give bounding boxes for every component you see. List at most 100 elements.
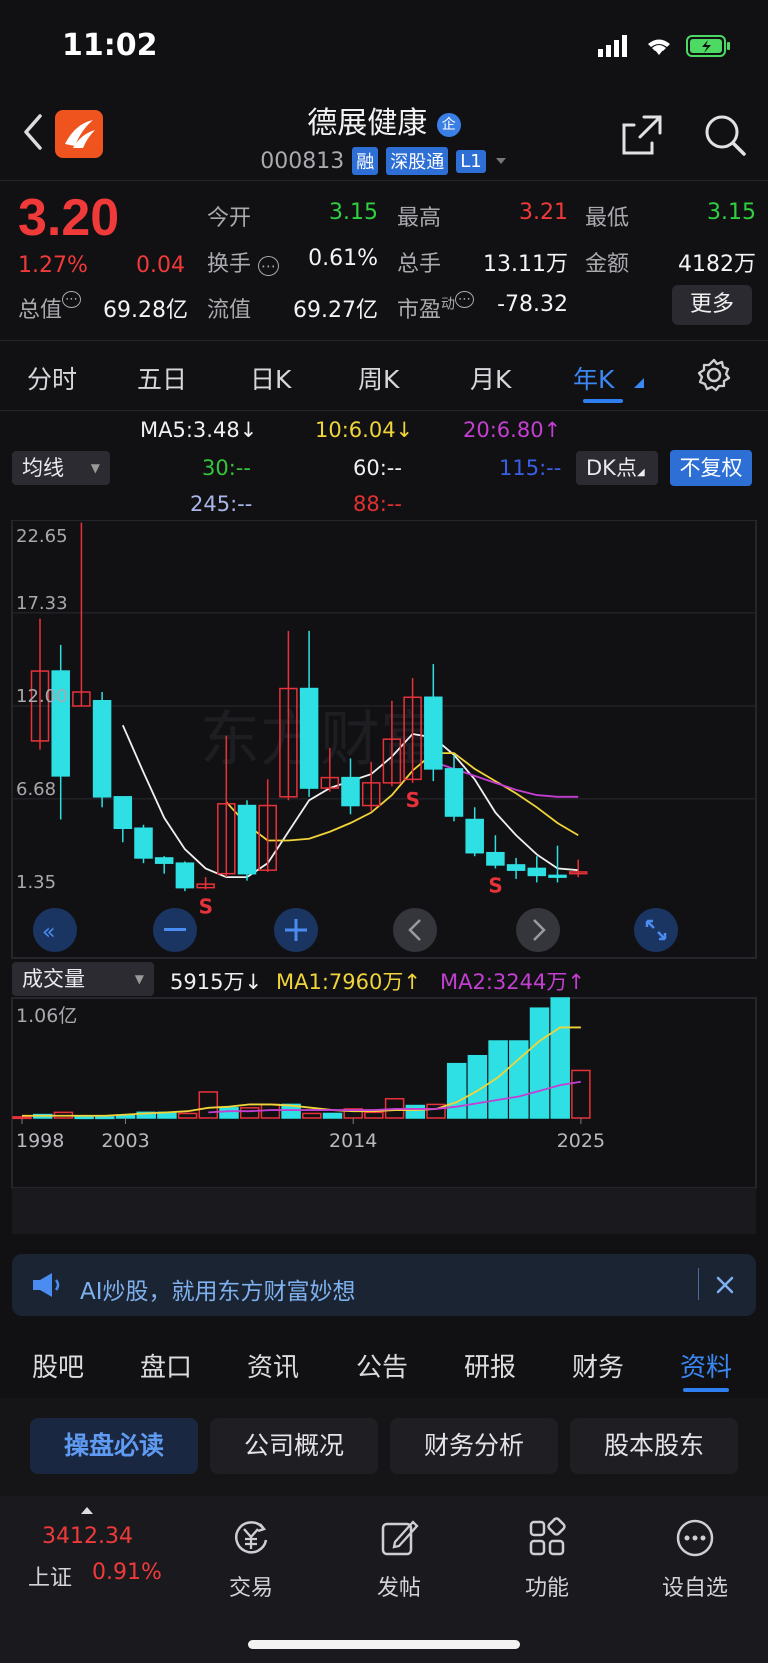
- chip-trading-guide[interactable]: 操盘必读: [30, 1418, 198, 1474]
- tab-yearly-k[interactable]: 年K: [573, 360, 614, 396]
- kline-chart[interactable]: 东方财富 SSS 22.6517.3312.006.681.35 «: [0, 520, 768, 960]
- index-value[interactable]: 3412.34: [42, 1524, 133, 1549]
- amount-value: 4182万: [678, 252, 756, 277]
- tab-monthly-k[interactable]: 月K: [470, 360, 511, 396]
- info-icon[interactable]: ⋯: [455, 291, 475, 308]
- tag-connect: 深股通: [386, 147, 449, 175]
- step-right-button[interactable]: [516, 908, 560, 952]
- double-left-arrow-icon: «: [42, 920, 55, 945]
- more-circle-icon: [676, 1519, 714, 1557]
- zoom-out-button[interactable]: [153, 908, 197, 952]
- tab-research[interactable]: 研报: [464, 1347, 516, 1384]
- y-tick-label: 22.65: [16, 526, 68, 547]
- home-indicator[interactable]: [248, 1640, 520, 1649]
- volume-frame: [11, 997, 757, 1189]
- volume-value: 13.11万: [483, 252, 568, 277]
- zoom-in-button[interactable]: [274, 908, 318, 952]
- candle-body: [237, 804, 257, 875]
- x-tick-label: 2025: [557, 1130, 605, 1152]
- volume-bar: [529, 1007, 550, 1119]
- candles: [30, 522, 588, 892]
- tab-daily-k[interactable]: 日K: [250, 360, 291, 396]
- float-cap-label: 流值: [207, 298, 252, 323]
- tabbar-set-watchlist-label: 设自选: [661, 1576, 728, 1601]
- volume-current: 5915万↓: [170, 970, 263, 994]
- tabbar-post[interactable]: 发帖: [344, 1516, 454, 1602]
- tab-financials[interactable]: 财务: [572, 1347, 624, 1384]
- ma245-legend: 245:--: [190, 492, 253, 516]
- unadjusted-button[interactable]: 不复权: [670, 450, 752, 486]
- tabbar-set-watchlist[interactable]: 设自选: [640, 1516, 750, 1602]
- ma88-legend: 88:--: [353, 492, 402, 516]
- sell-marker: S: [199, 894, 213, 918]
- tab-news[interactable]: 资讯: [247, 1347, 299, 1384]
- chip-company-overview[interactable]: 公司概况: [210, 1418, 378, 1474]
- high-label: 最高: [397, 206, 442, 231]
- scroll-left-button[interactable]: «: [33, 908, 77, 952]
- volume-dropdown[interactable]: 成交量 ▼: [12, 962, 154, 996]
- close-icon[interactable]: [714, 1274, 736, 1296]
- volume-max-label: 1.06亿: [16, 1005, 77, 1027]
- ad-text[interactable]: AI炒股，就用东方财富妙想: [80, 1272, 356, 1306]
- ma5-legend: MA5:3.48↓: [140, 418, 258, 442]
- tabbar-trade[interactable]: 交易: [196, 1516, 306, 1602]
- volume-bar: [550, 997, 570, 1119]
- info-icon[interactable]: ⋯: [258, 256, 280, 276]
- chip-shareholders[interactable]: 股本股东: [570, 1418, 738, 1474]
- fullscreen-button[interactable]: [634, 908, 678, 952]
- volume-bar: [115, 1114, 136, 1119]
- tab-order-book[interactable]: 盘口: [140, 1347, 192, 1384]
- volume-bar: [95, 1116, 115, 1120]
- index-pct[interactable]: 0.91%: [92, 1560, 162, 1585]
- info-icon[interactable]: ⋯: [62, 291, 82, 308]
- ma10-legend: 10:6.04↓: [315, 418, 414, 442]
- status-icons: [598, 34, 732, 58]
- chip-financial-analysis[interactable]: 财务分析: [390, 1418, 558, 1474]
- volume-ma1: MA1:7960万↑: [276, 970, 421, 994]
- market-cap-value: 69.28亿: [103, 298, 188, 323]
- market-cap-label: 总值 ⋯: [18, 291, 82, 324]
- x-tick-label: 2003: [101, 1130, 149, 1152]
- pe-value: -78.32: [497, 292, 568, 317]
- stock-code: 000813: [260, 148, 345, 174]
- y-tick-label: 6.68: [16, 779, 56, 800]
- caret-down-icon: ▼: [134, 972, 144, 986]
- tab-weekly-k[interactable]: 周K: [358, 360, 399, 396]
- index-name[interactable]: 上证: [28, 1560, 72, 1592]
- volume-bar: [571, 1069, 591, 1119]
- tab-forum[interactable]: 股吧: [32, 1347, 84, 1384]
- sell-marker: S: [406, 788, 420, 812]
- step-left-button[interactable]: [393, 908, 437, 952]
- candle-body: [465, 818, 484, 854]
- turnover-value: 0.61%: [308, 246, 378, 271]
- tab-announcements[interactable]: 公告: [356, 1347, 408, 1384]
- sell-marker: S: [488, 873, 502, 897]
- dk-point-button[interactable]: DK点◢: [576, 451, 658, 485]
- low-label: 最低: [585, 206, 630, 231]
- indicator-dropdown[interactable]: 均线 ▼: [12, 451, 110, 485]
- candle-body: [113, 796, 133, 830]
- volume-bar: [219, 1107, 239, 1119]
- volume-bar: [488, 1040, 508, 1119]
- pe-label: 市盈动 ⋯: [397, 291, 475, 324]
- tabs-divider: [0, 410, 768, 411]
- x-tick-label: 2014: [329, 1130, 377, 1152]
- volume-bar: [74, 1116, 94, 1120]
- more-button[interactable]: 更多: [672, 285, 752, 325]
- caret-down-icon: ▼: [90, 461, 100, 475]
- tabbar-functions[interactable]: 功能: [492, 1516, 602, 1602]
- y-tick-label: 1.35: [16, 872, 56, 893]
- tab-five-day[interactable]: 五日: [137, 360, 187, 396]
- tab-profile[interactable]: 资料: [680, 1347, 732, 1384]
- last-price: 3.20: [18, 189, 120, 247]
- tab-intraday[interactable]: 分时: [27, 360, 77, 396]
- minus-icon: [164, 928, 186, 931]
- pct-change: 1.27%: [18, 253, 88, 278]
- volume-chart[interactable]: 1.06亿 1998 2003 2014 2025: [0, 994, 768, 1240]
- share-icon[interactable]: [620, 113, 664, 157]
- settings-gear-icon[interactable]: [697, 358, 731, 392]
- search-icon[interactable]: [703, 113, 747, 157]
- caret-up-icon: [81, 1507, 93, 1514]
- header-divider: [0, 180, 768, 181]
- tabbar-functions-label: 功能: [524, 1576, 569, 1601]
